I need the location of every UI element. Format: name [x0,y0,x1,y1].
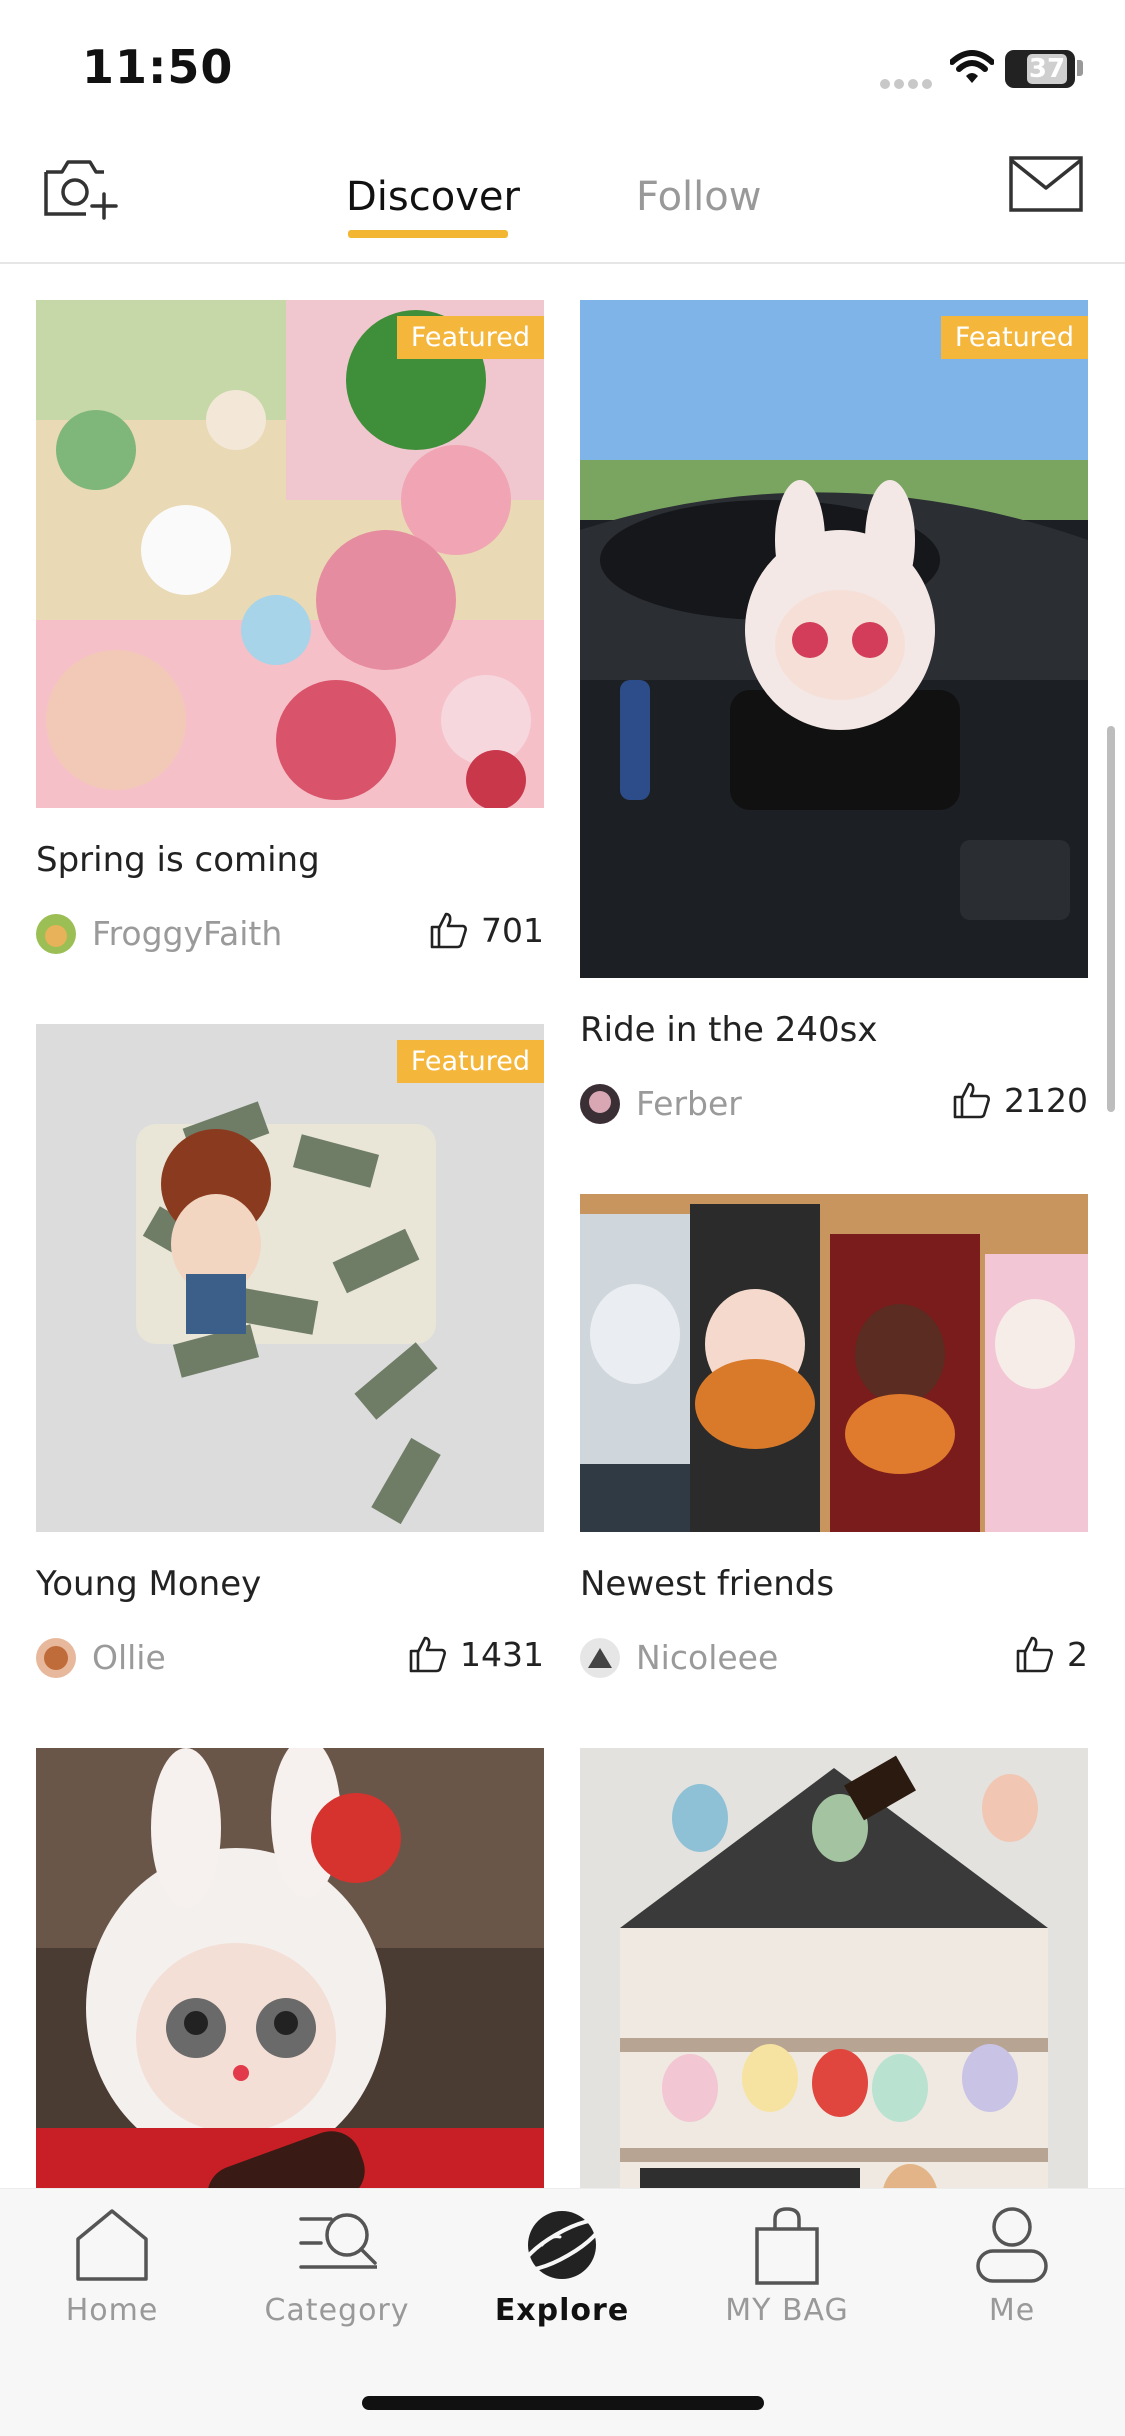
post-image[interactable] [36,1748,544,2188]
tab-discover[interactable]: Discover [346,174,520,220]
post-title[interactable]: Spring is coming [36,840,544,884]
tabbar-label: MY BAG [725,2293,849,2328]
mail-icon[interactable] [1008,154,1084,214]
shopping-bag-icon [755,2207,819,2285]
tabbar-label: Home [65,2293,159,2328]
like-button[interactable]: 2 [1015,1634,1088,1674]
tabbar-item-my-bag[interactable]: MY BAG [687,2205,887,2365]
like-button[interactable]: 701 [429,910,544,950]
post-title[interactable]: Newest friends [580,1564,1088,1608]
tabbar-item-explore[interactable]: Explore [462,2205,662,2365]
category-search-icon [299,2213,377,2269]
post-title[interactable]: Young Money [36,1564,544,1608]
like-count: 2 [1067,1634,1088,1674]
wifi-icon [949,50,995,90]
post-image[interactable] [580,1194,1088,1532]
like-button[interactable]: 2120 [952,1080,1088,1120]
post-meta: Nicoleee 2 [580,1626,1088,1686]
battery-cap [1077,60,1083,76]
thumbs-up-icon [1016,1636,1053,1673]
top-nav: Discover Follow [0,130,1125,264]
feed-column-left: Featured Spring is coming FroggyFaith 70… [36,300,544,2188]
post-meta: FroggyFaith 701 [36,902,544,962]
battery-icon: 37 [1005,50,1075,88]
post-image[interactable] [580,1748,1088,2188]
like-count: 2120 [1004,1080,1088,1120]
home-icon [76,2209,148,2281]
username[interactable]: Nicoleee [636,1638,778,1677]
username[interactable]: FroggyFaith [92,914,282,953]
tab-follow[interactable]: Follow [636,174,761,220]
like-button[interactable]: 1431 [408,1634,544,1674]
person-icon [976,2207,1048,2283]
feed-card[interactable]: Featured Spring is coming FroggyFaith 70… [36,300,544,962]
avatar[interactable] [36,914,76,954]
featured-badge: Featured [396,316,544,359]
thumbs-up-icon [953,1082,990,1119]
avatar[interactable] [580,1084,620,1124]
post-meta: Ollie 1431 [36,1626,544,1686]
username[interactable]: Ollie [92,1638,166,1677]
status-bar: 11:50 37 [0,0,1125,130]
camera-plus-icon[interactable] [40,152,120,222]
feed-grid[interactable]: Featured Spring is coming FroggyFaith 70… [0,266,1125,2188]
battery-level: 37 [1027,54,1067,84]
featured-badge: Featured [940,316,1088,359]
post-meta: Ferber 2120 [580,1072,1088,1132]
like-count: 1431 [460,1634,544,1674]
feed-card[interactable]: Featured Young Money Ollie 1431 [36,1024,544,1686]
post-image[interactable]: Featured [36,1024,544,1532]
feed-card[interactable]: Newest friends Nicoleee 2 [580,1194,1088,1686]
feed-card[interactable] [580,1748,1088,2188]
tabbar-label: Explore [494,2293,630,2328]
like-count: 701 [481,910,544,950]
featured-badge: Featured [396,1040,544,1083]
feed-card[interactable]: Featured Ride in the 240sx Ferber 2120 [580,300,1088,1132]
post-image[interactable]: Featured [580,300,1088,978]
feed-column-right: Featured Ride in the 240sx Ferber 2120 N… [580,300,1088,2188]
avatar[interactable] [36,1638,76,1678]
post-image[interactable]: Featured [36,300,544,808]
home-indicator[interactable] [362,2396,764,2410]
planet-icon [522,2211,602,2279]
thumbs-up-icon [430,912,467,949]
scrollbar[interactable] [1107,726,1115,1112]
signal-dots-icon [880,74,936,93]
active-tab-indicator [348,230,508,238]
tabbar-item-me[interactable]: Me [912,2205,1112,2365]
avatar[interactable] [580,1638,620,1678]
tabbar-label: Category [264,2293,410,2328]
tabbar-item-home[interactable]: Home [12,2205,212,2365]
tabbar-item-category[interactable]: Category [237,2205,437,2365]
feed-card[interactable] [36,1748,544,2188]
thumbs-up-icon [409,1636,446,1673]
status-time: 11:50 [82,40,234,94]
username[interactable]: Ferber [636,1084,742,1123]
tabbar-label: Me [988,2293,1036,2328]
post-title[interactable]: Ride in the 240sx [580,1010,1088,1054]
